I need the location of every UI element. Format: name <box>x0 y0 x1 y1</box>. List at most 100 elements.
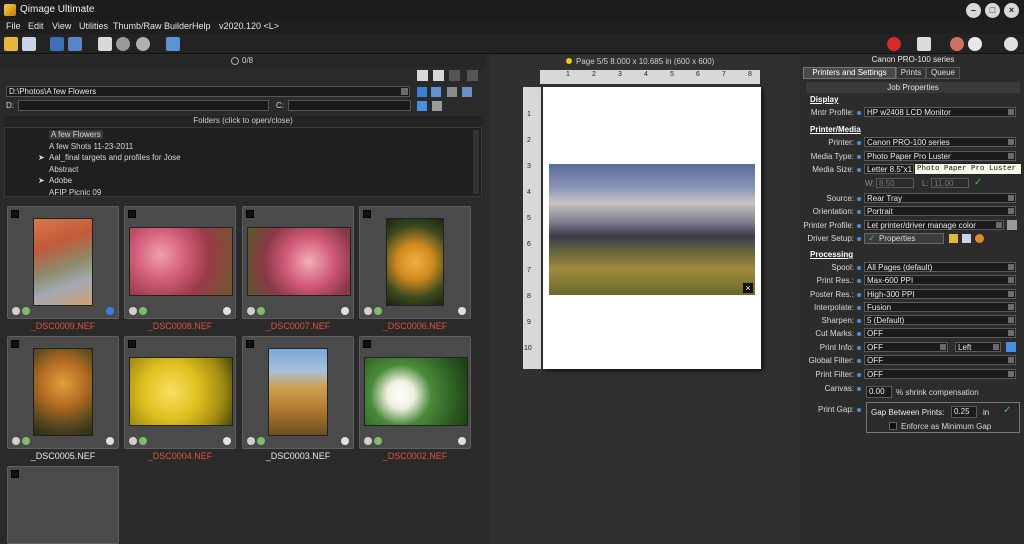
properties-button[interactable]: ✓ Properties <box>864 233 944 244</box>
folders-header[interactable]: Folders (click to open/close) <box>4 116 482 127</box>
list-icon[interactable] <box>447 87 457 97</box>
folder-item[interactable]: A few Flowers <box>49 130 103 139</box>
monitor-profile-select[interactable]: HP w2408 LCD Monitor <box>864 107 1016 117</box>
gap-field[interactable]: 0.25 <box>951 406 977 418</box>
menu-edit[interactable]: Edit <box>28 21 44 31</box>
tools-icon[interactable] <box>432 101 442 111</box>
info-dot-icon[interactable] <box>857 359 861 363</box>
tab-queue[interactable]: Queue <box>926 67 960 79</box>
thumbnail-card[interactable] <box>359 206 471 319</box>
settings-icon[interactable] <box>136 37 150 51</box>
thumbnail-card[interactable] <box>124 206 236 319</box>
info-dot-icon[interactable] <box>857 155 861 159</box>
print-status-icon[interactable] <box>106 437 114 445</box>
thumbnail-checkbox[interactable] <box>128 210 136 218</box>
back-icon[interactable] <box>417 87 427 97</box>
info-dot-icon[interactable] <box>857 387 861 391</box>
width-field[interactable]: 8.50 <box>876 178 914 188</box>
path-dropdown-icon[interactable] <box>401 88 408 95</box>
thumbnail-card[interactable] <box>7 336 119 449</box>
folder-item[interactable]: A few Shots 11-23-2011 <box>49 142 133 151</box>
layout-icon[interactable] <box>166 37 180 51</box>
info-icon[interactable] <box>12 307 20 315</box>
folder-scrollbar[interactable] <box>473 130 479 194</box>
folder-item[interactable]: Abstract <box>49 165 78 174</box>
print-status-icon[interactable] <box>458 437 466 445</box>
color-icon[interactable] <box>257 437 265 445</box>
gallery-icon[interactable] <box>68 37 82 51</box>
poster-res-select[interactable]: High-300 PPI <box>864 289 1016 299</box>
print-image[interactable]: × <box>549 164 755 295</box>
sort-a-icon[interactable] <box>417 70 428 81</box>
remove-image-icon[interactable]: × <box>743 283 753 293</box>
color-icon[interactable] <box>22 437 30 445</box>
thumbnail-card[interactable] <box>242 206 354 319</box>
spool-select[interactable]: All Pages (default) <box>864 262 1016 272</box>
print-status-icon[interactable] <box>341 437 349 445</box>
info-icon[interactable] <box>98 37 112 51</box>
info-dot-icon[interactable] <box>857 373 861 377</box>
add-folder-icon[interactable] <box>467 70 478 81</box>
canvas-field[interactable]: 0.00 <box>866 386 892 398</box>
color-icon[interactable] <box>374 437 382 445</box>
folder-item[interactable]: AFIP Picnic 09 <box>49 188 101 197</box>
close-button[interactable]: × <box>1004 3 1019 18</box>
thumbnail-card[interactable] <box>7 206 119 319</box>
print-info-select[interactable]: OFF <box>864 342 948 352</box>
view-icon[interactable] <box>431 87 441 97</box>
confirm-check-icon[interactable]: ✓ <box>974 177 982 188</box>
thumbnail-checkbox[interactable] <box>363 210 371 218</box>
print-info-settings-icon[interactable] <box>1006 342 1016 352</box>
thumbnail-card[interactable] <box>359 336 471 449</box>
info-dot-icon[interactable] <box>857 224 861 228</box>
info-dot-icon[interactable] <box>857 319 861 323</box>
thumbnail-checkbox[interactable] <box>11 340 19 348</box>
enforce-checkbox[interactable] <box>889 422 897 430</box>
ink-icon[interactable] <box>950 37 964 51</box>
thumbnail-checkbox[interactable] <box>246 210 254 218</box>
drive-c-field[interactable] <box>288 100 411 111</box>
rotate-icon[interactable] <box>116 37 130 51</box>
info-dot-icon[interactable] <box>857 408 861 412</box>
thumbnail-checkbox[interactable] <box>11 210 19 218</box>
profile-tools-icon[interactable] <box>1007 220 1017 230</box>
color-icon[interactable] <box>139 437 147 445</box>
add-icon[interactable] <box>449 70 460 81</box>
print-status-icon[interactable] <box>106 307 114 315</box>
media-type-select[interactable]: Photo Paper Pro Luster <box>864 151 1016 161</box>
history-icon[interactable] <box>1004 37 1018 51</box>
thumbnail-checkbox[interactable] <box>128 340 136 348</box>
gap-confirm-check-icon[interactable]: ✓ <box>1003 405 1011 416</box>
up-icon[interactable] <box>462 87 472 97</box>
source-select[interactable]: Rear Tray <box>864 193 1016 203</box>
info-icon[interactable] <box>247 437 255 445</box>
thumbnail-card[interactable] <box>124 336 236 449</box>
camera-icon[interactable] <box>50 37 64 51</box>
folder-item[interactable]: Adobe <box>49 176 72 185</box>
expand-arrow-icon[interactable]: ➤ <box>38 176 45 185</box>
thumbnail-checkbox[interactable] <box>246 340 254 348</box>
info-icon[interactable] <box>364 437 372 445</box>
tab-printers-and-settings[interactable]: Printers and Settings <box>803 67 896 79</box>
info-dot-icon[interactable] <box>857 306 861 310</box>
drive-d-field[interactable] <box>18 100 269 111</box>
info-dot-icon[interactable] <box>857 332 861 336</box>
open-folder-icon[interactable] <box>4 37 18 51</box>
menu-utilities[interactable]: Utilities <box>79 21 108 31</box>
info-icon[interactable] <box>129 307 137 315</box>
print-status-icon[interactable] <box>458 307 466 315</box>
thumbnail-checkbox[interactable] <box>11 470 19 478</box>
info-dot-icon[interactable] <box>857 197 861 201</box>
minimize-button[interactable]: – <box>966 3 981 18</box>
global-filter-select[interactable]: OFF <box>864 355 1016 365</box>
color-icon[interactable] <box>139 307 147 315</box>
menu-file[interactable]: File <box>6 21 21 31</box>
color-icon[interactable] <box>374 307 382 315</box>
tab-prints[interactable]: Prints <box>896 67 926 79</box>
info-dot-icon[interactable] <box>857 210 861 214</box>
info-icon[interactable] <box>247 307 255 315</box>
thumbnail-checkbox[interactable] <box>363 340 371 348</box>
load-icon[interactable] <box>949 234 958 243</box>
print-info-position-select[interactable]: Left <box>955 342 1001 352</box>
info-icon[interactable] <box>129 437 137 445</box>
